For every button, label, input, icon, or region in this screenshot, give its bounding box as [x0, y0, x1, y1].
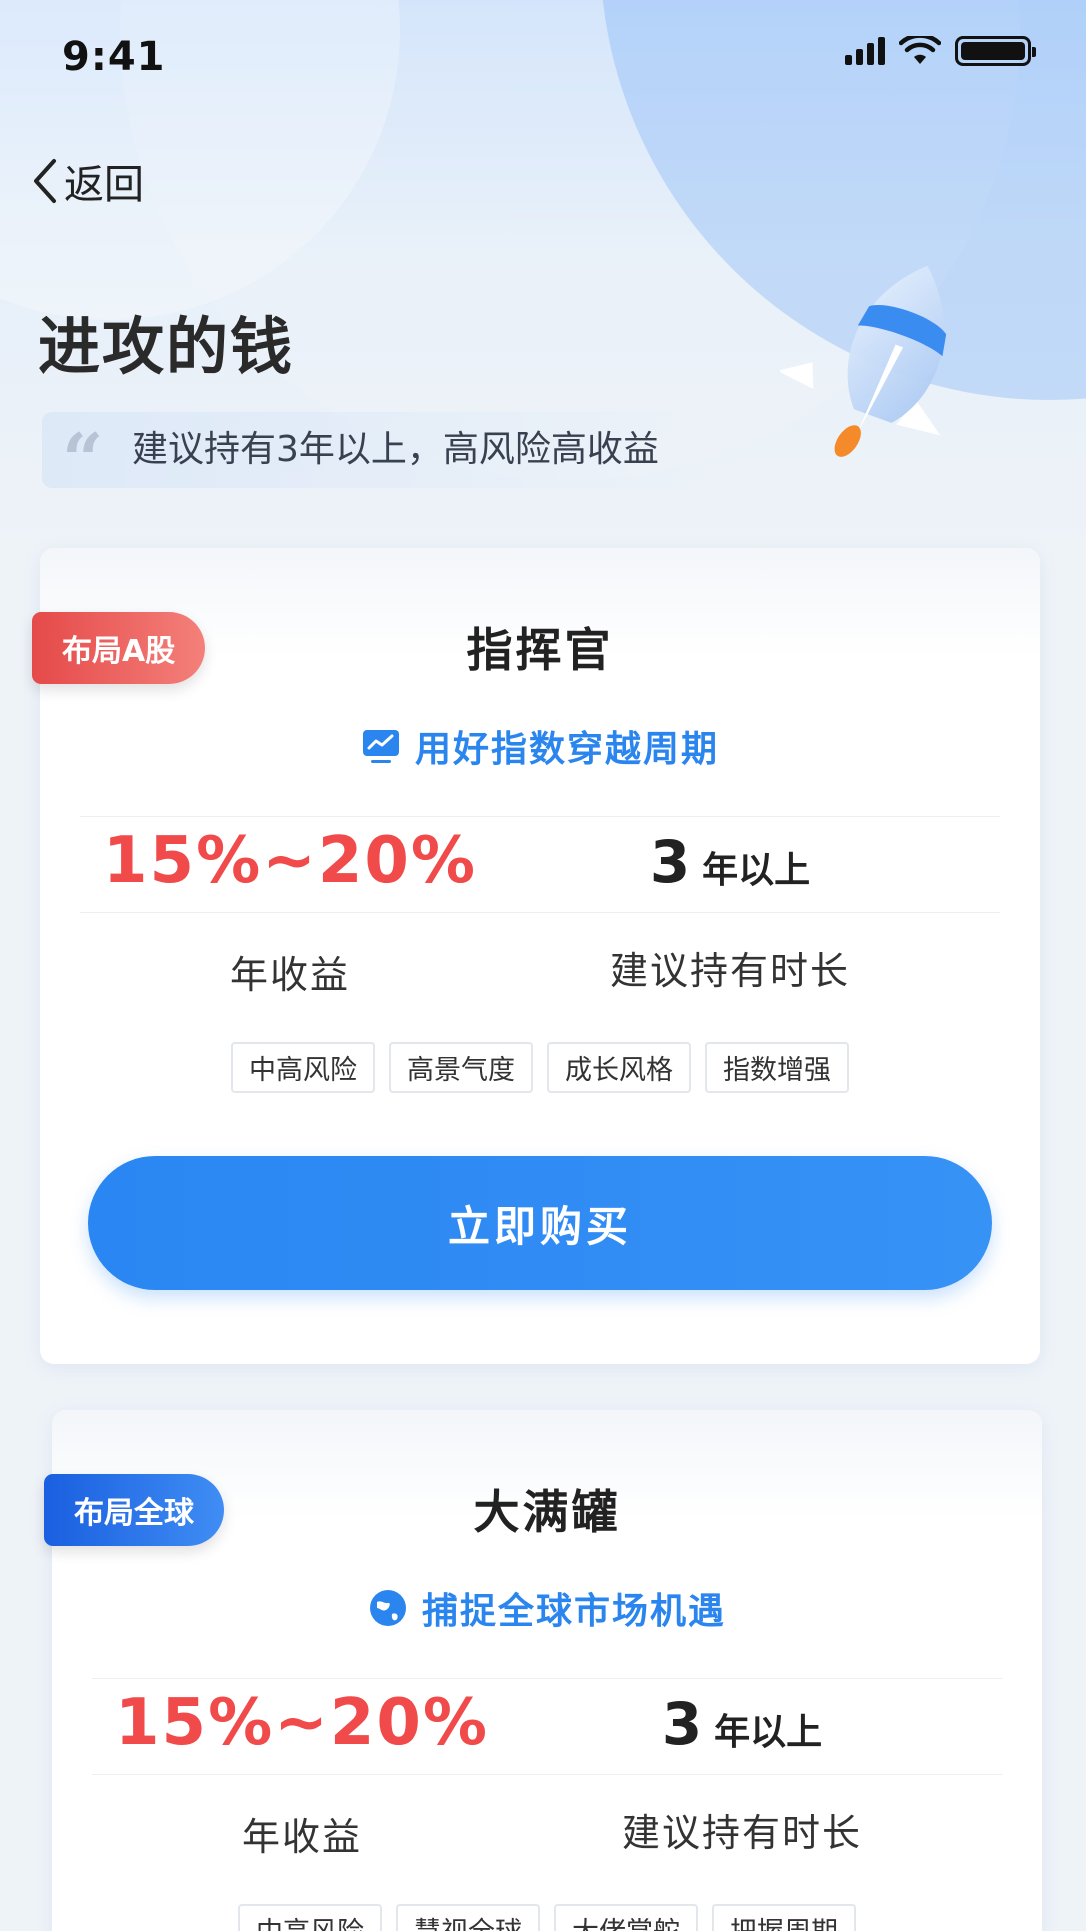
product-card-1: 布局A股 指挥官 用好指数穿越周期 15%~20% 3 年以上 年收益 建议持有时…	[32, 548, 1040, 1364]
back-label: 返回	[64, 162, 144, 208]
hold-period-label: 建议持有时长	[621, 1811, 862, 1855]
hold-period-value: 3 年以上	[532, 1690, 952, 1758]
feature-chips: 中高风险 慧视全球 大佬掌舵 把握周期	[52, 1904, 1042, 1931]
feature-chip: 高景气度	[389, 1042, 533, 1093]
feature-chip: 慧视全球	[396, 1904, 540, 1931]
back-button[interactable]: 返回	[30, 152, 144, 210]
hold-number: 3	[661, 1690, 703, 1758]
page-title: 进攻的钱	[38, 310, 295, 383]
chevron-left-icon	[34, 159, 56, 203]
rocket-icon	[780, 265, 947, 457]
annual-yield-label: 年收益	[241, 1815, 362, 1859]
quote-icon: “	[62, 417, 104, 502]
product-slogan: 用好指数穿越周期	[40, 720, 1040, 772]
product-card-2: 布局全球 大满罐 捕捉全球市场机遇 15%~20% 3 年以上 年收益 建议持有时…	[44, 1410, 1042, 1931]
battery-icon	[955, 36, 1036, 66]
annual-yield-value: 15%~20%	[92, 1686, 512, 1760]
annual-yield-label: 年收益	[229, 953, 350, 997]
buy-now-button[interactable]: 立即购买	[88, 1156, 992, 1290]
feature-chip: 中高风险	[231, 1042, 375, 1093]
chart-monitor-icon	[362, 730, 399, 763]
yield-value: 15%~20%	[103, 824, 477, 898]
product-slogan-text: 捕捉全球市场机遇	[421, 1591, 726, 1632]
feature-chip: 大佬掌舵	[554, 1904, 698, 1931]
hold-number: 3	[649, 828, 691, 896]
product-name: 指挥官	[466, 623, 614, 677]
status-icons	[845, 36, 1036, 66]
status-bar: 9:41	[0, 0, 1086, 120]
yield-value: 15%~20%	[115, 1686, 489, 1760]
product-slogan: 捕捉全球市场机遇	[52, 1582, 1042, 1634]
hold-unit: 年以上	[702, 850, 811, 891]
hold-unit: 年以上	[714, 1712, 823, 1753]
wifi-icon	[899, 36, 941, 64]
cellular-signal-icon	[845, 37, 885, 65]
hold-period-label: 建议持有时长	[609, 949, 850, 993]
feature-chip: 中高风险	[238, 1904, 382, 1931]
globe-icon	[369, 1590, 406, 1626]
status-time: 9:41	[62, 34, 166, 80]
product-name: 大满罐	[473, 1485, 621, 1539]
page-subtitle: 建议持有3年以上，高风险高收益	[132, 429, 659, 470]
feature-chip: 成长风格	[547, 1042, 691, 1093]
annual-yield-value: 15%~20%	[80, 824, 500, 898]
feature-chip: 指数增强	[705, 1042, 849, 1093]
hold-period-value: 3 年以上	[520, 828, 940, 896]
product-slogan-text: 用好指数穿越周期	[414, 729, 719, 770]
feature-chip: 把握周期	[712, 1904, 856, 1931]
feature-chips: 中高风险 高景气度 成长风格 指数增强	[40, 1042, 1040, 1093]
